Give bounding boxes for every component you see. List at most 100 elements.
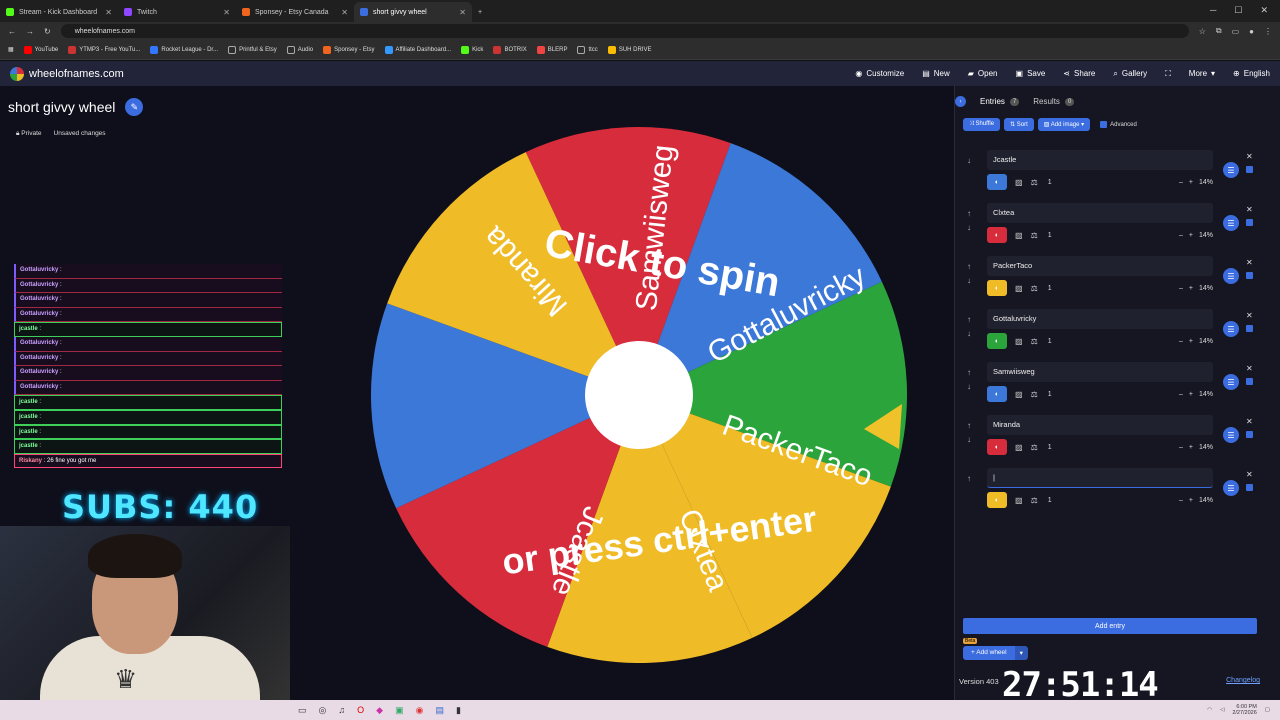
url-field[interactable]: wheelofnames.com	[60, 24, 1189, 38]
shuffle-button[interactable]: ⤨ Shuffle	[963, 118, 1001, 131]
more-button[interactable]: More ▾	[1189, 69, 1215, 79]
wheel-svg[interactable]: Miranda SamwiiswegGottaluvrickyPackerTaco…	[368, 124, 910, 666]
bookmark-printful[interactable]: Printful & Etsy	[228, 45, 277, 54]
bookmark-suh-drive[interactable]: SUH DRIVE	[607, 45, 651, 54]
reorder-arrows[interactable]: ↓	[967, 154, 971, 168]
weight-value[interactable]: 1	[1048, 391, 1052, 398]
browser-menu-icon[interactable]: ⋮	[1264, 27, 1272, 36]
reorder-arrows[interactable]: ↑ ↓	[967, 313, 971, 341]
color-picker[interactable]: ◐	[987, 386, 1007, 402]
image-icon[interactable]: ▨	[1015, 443, 1023, 452]
reorder-arrows[interactable]: ↑ ↓	[967, 260, 971, 288]
decrease-button[interactable]: –	[1179, 444, 1183, 451]
explorer-icon[interactable]: ▭	[298, 705, 307, 716]
entry-enabled-checkbox[interactable]	[1246, 166, 1253, 173]
increase-button[interactable]: +	[1189, 444, 1193, 451]
profile-icon[interactable]: ●	[1249, 27, 1254, 36]
entry-enabled-checkbox[interactable]	[1246, 325, 1253, 332]
language-button[interactable]: ⊕ English	[1233, 69, 1270, 79]
weight-value[interactable]: 1	[1048, 444, 1052, 451]
bookmark-audio[interactable]: Audio	[286, 45, 313, 54]
share-button[interactable]: ⋖ Share	[1063, 69, 1095, 79]
wifi-icon[interactable]: ◠	[1207, 707, 1212, 713]
tab-entries[interactable]: Entries 7	[980, 97, 1020, 106]
entry-enabled-checkbox[interactable]	[1246, 219, 1253, 226]
site-logo[interactable]: wheelofnames.com	[10, 66, 124, 81]
weight-value[interactable]: 1	[1048, 232, 1052, 239]
advanced-checkbox[interactable]: Advanced	[1100, 121, 1137, 128]
tab-etsy[interactable]: Sponsey - Etsy Canada ✕	[236, 2, 354, 22]
opera-icon[interactable]: O	[357, 705, 364, 715]
add-wheel-dropdown[interactable]: ▾	[1014, 646, 1028, 660]
steam-icon[interactable]: ◎	[319, 705, 327, 716]
collapse-panel-button[interactable]: ›	[955, 96, 966, 107]
image-icon[interactable]: ▨	[1015, 178, 1023, 187]
new-tab-button[interactable]: +	[472, 2, 492, 22]
entry-settings-button[interactable]: ☰	[1223, 480, 1239, 496]
add-image-button[interactable]: ▨ Add image ▾	[1037, 118, 1091, 131]
entry-name-input[interactable]: Miranda	[987, 415, 1213, 435]
reorder-arrows[interactable]: ↑ ↓	[967, 366, 971, 394]
weight-value[interactable]: 1	[1048, 285, 1052, 292]
increase-button[interactable]: +	[1189, 338, 1193, 345]
increase-button[interactable]: +	[1189, 285, 1193, 292]
entry-name-input[interactable]: Clxtea	[987, 203, 1213, 223]
move-down-icon[interactable]: ↓	[967, 274, 971, 288]
bookmark-blerp[interactable]: BLERP	[536, 45, 567, 54]
maximize-icon[interactable]: ☐	[1234, 5, 1242, 16]
edit-title-button[interactable]: ✎	[125, 98, 144, 116]
decrease-button[interactable]: –	[1179, 232, 1183, 239]
tab-kick[interactable]: Stream - Kick Dashboard ✕	[0, 2, 118, 22]
sort-button[interactable]: ⇅ Sort	[1004, 118, 1034, 131]
decrease-button[interactable]: –	[1179, 497, 1183, 504]
decrease-button[interactable]: –	[1179, 338, 1183, 345]
weight-value[interactable]: 1	[1048, 338, 1052, 345]
bookmark-botrix[interactable]: BOTRIX	[493, 45, 527, 54]
new-button[interactable]: ▤ New	[922, 69, 950, 79]
remove-entry-icon[interactable]: ✕	[1246, 258, 1253, 267]
entry-settings-button[interactable]: ☰	[1223, 268, 1239, 284]
image-icon[interactable]: ▨	[1015, 496, 1023, 505]
reload-icon[interactable]: ↻	[44, 27, 51, 36]
extensions-icon[interactable]: ⧉	[1216, 26, 1222, 36]
remove-entry-icon[interactable]: ✕	[1246, 417, 1253, 426]
star-icon[interactable]: ☆	[1199, 27, 1206, 36]
tab-twitch[interactable]: Twitch ✕	[118, 2, 236, 22]
decrease-button[interactable]: –	[1179, 391, 1183, 398]
add-entry-button[interactable]: Add entry	[963, 618, 1257, 634]
volume-icon[interactable]: ◁	[1220, 707, 1224, 713]
back-icon[interactable]: ←	[8, 27, 16, 36]
remove-entry-icon[interactable]: ✕	[1246, 152, 1253, 161]
apps-icon[interactable]: ▦	[8, 46, 14, 53]
entry-enabled-checkbox[interactable]	[1246, 272, 1253, 279]
weight-value[interactable]: 1	[1048, 497, 1052, 504]
entry-settings-button[interactable]: ☰	[1223, 162, 1239, 178]
bookmark-kick[interactable]: Kick	[461, 45, 483, 54]
image-icon[interactable]: ▨	[1015, 284, 1023, 293]
gallery-button[interactable]: ⌕ Gallery	[1113, 69, 1147, 79]
notification-icon[interactable]: ▢	[1265, 707, 1270, 713]
add-wheel-button[interactable]: + Add wheel	[963, 646, 1015, 660]
remove-entry-icon[interactable]: ✕	[1246, 311, 1253, 320]
increase-button[interactable]: +	[1189, 232, 1193, 239]
entry-settings-button[interactable]: ☰	[1223, 215, 1239, 231]
entry-enabled-checkbox[interactable]	[1246, 378, 1253, 385]
image-icon[interactable]: ▨	[1015, 231, 1023, 240]
tab-results[interactable]: Results 0	[1033, 97, 1075, 106]
entry-name-input[interactable]: Jcastle	[987, 150, 1213, 170]
color-picker[interactable]: ◐	[987, 280, 1007, 296]
move-up-icon[interactable]: ↑	[967, 472, 971, 486]
color-picker[interactable]: ◐	[987, 174, 1007, 190]
move-down-icon[interactable]: ↓	[967, 380, 971, 394]
open-button[interactable]: ▰ Open	[968, 69, 998, 79]
image-icon[interactable]: ▨	[1015, 337, 1023, 346]
reorder-arrows[interactable]: ↑ ↓	[967, 419, 971, 447]
color-picker[interactable]: ◐	[987, 492, 1007, 508]
entry-settings-button[interactable]: ☰	[1223, 427, 1239, 443]
app2-icon[interactable]: ▣	[395, 705, 404, 716]
move-up-icon[interactable]: ↑	[967, 419, 971, 433]
move-down-icon[interactable]: ↓	[967, 154, 971, 168]
close-icon[interactable]: ✕	[459, 8, 466, 17]
chrome-icon[interactable]: ◉	[416, 705, 424, 716]
entry-name-input[interactable]: Samwiisweg	[987, 362, 1213, 382]
